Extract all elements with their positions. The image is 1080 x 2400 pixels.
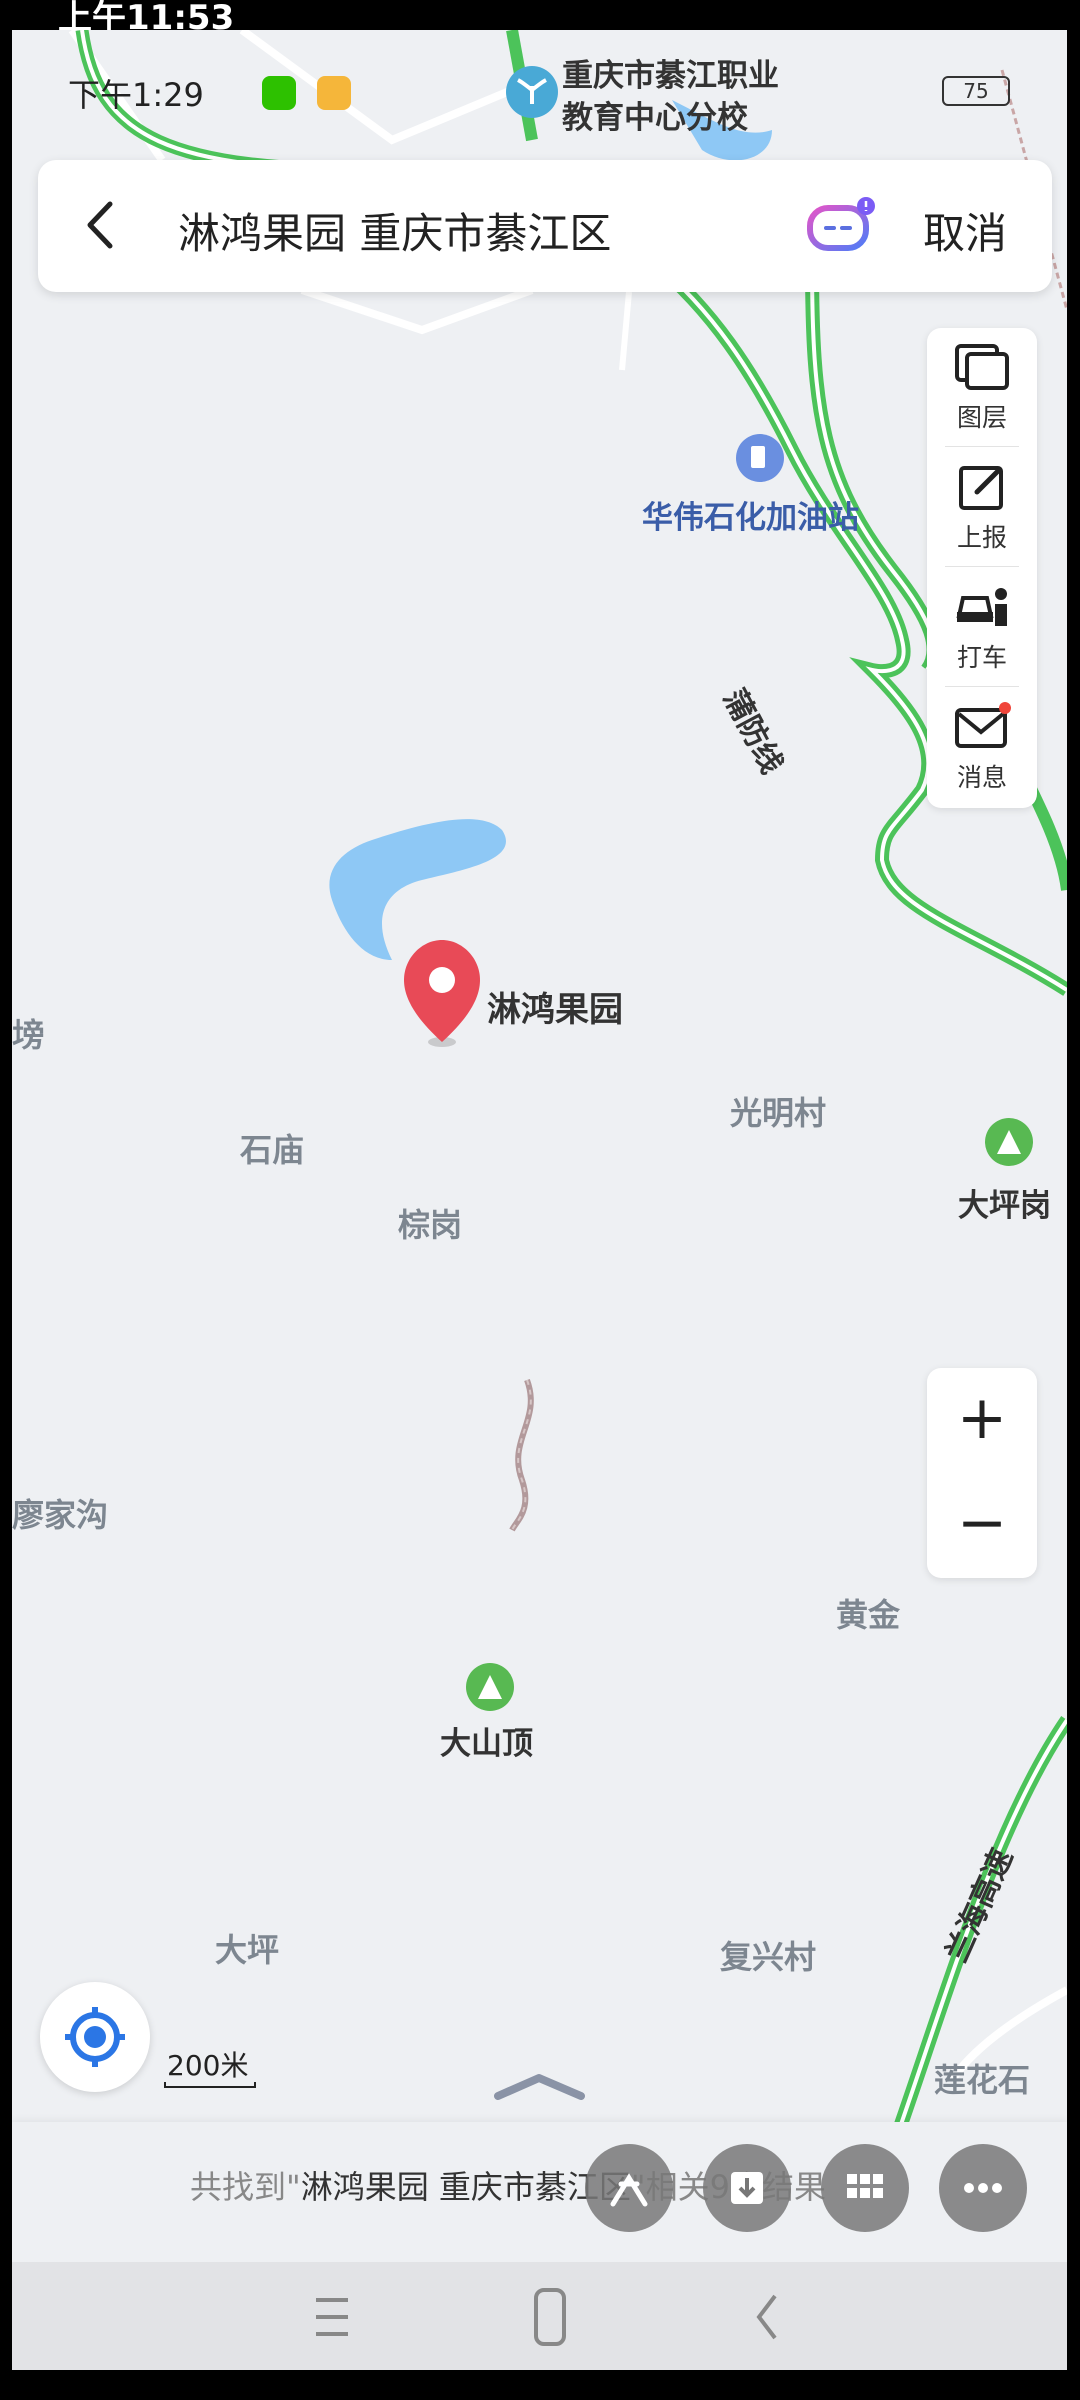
place-label: 棕岗 (398, 1206, 463, 1244)
scale-bar (164, 2082, 256, 2088)
map-toolbar: 图层 上报 打车 消息 (927, 328, 1037, 808)
selected-location-pin-icon (404, 940, 480, 1047)
search-bar[interactable]: 淋鸿果园 重庆市綦江区 取消 (38, 160, 1052, 292)
taxi-label: 打车 (956, 643, 1007, 672)
mountain-pin-icon-2 (466, 1663, 514, 1711)
gas-station-label[interactable]: 华伟石化加油站 (642, 492, 859, 537)
results-query: 淋鸿果园 重庆市綦江区 (300, 2168, 631, 2206)
download-icon (731, 2172, 763, 2204)
menu-icon (316, 2298, 348, 2336)
report-label: 上报 (956, 523, 1007, 552)
mountain-pin-icon (985, 1118, 1033, 1166)
wechat-icon (262, 76, 296, 110)
more-button[interactable] (939, 2144, 1027, 2232)
mail-icon (955, 702, 1011, 748)
pull-up-handle[interactable] (492, 2070, 587, 2104)
scale-label: 200米 (167, 2049, 249, 2082)
gas-station-pin-icon (736, 434, 784, 482)
place-label: 黄金 (836, 1596, 901, 1634)
ai-assistant-icon[interactable] (806, 196, 876, 256)
more-dots-icon (964, 2183, 1002, 2193)
back-nav-button[interactable] (737, 2282, 797, 2352)
crosshair-icon (65, 2007, 125, 2067)
back-arrow-icon (756, 2294, 777, 2340)
grid-icon (847, 2174, 883, 2198)
messages-button[interactable]: 消息 (927, 688, 1037, 806)
home-nav-button[interactable] (520, 2282, 580, 2352)
scissors-icon (610, 2173, 648, 2207)
grid-button[interactable] (821, 2144, 909, 2232)
place-label: 大坪 (215, 1931, 280, 1969)
place-label: 复兴村 (720, 1938, 817, 1976)
search-query-text[interactable]: 淋鸿果园 重庆市綦江区 (178, 200, 611, 261)
taxi-icon (956, 588, 1007, 626)
taxi-button[interactable]: 打车 (927, 568, 1037, 686)
outer-status-bar: 上午11:53 (0, 0, 1080, 38)
results-sheet[interactable]: 共找到"淋鸿果园 重庆市綦江区"相关9个结果 (12, 2122, 1067, 2262)
layers-icon (955, 344, 1009, 390)
locate-me-button[interactable] (40, 1982, 150, 2092)
school-label-line2[interactable]: 教育中心分校 (562, 98, 748, 138)
save-button[interactable] (703, 2144, 791, 2232)
notes-app-icon (317, 76, 351, 110)
system-nav-bar (12, 2262, 1067, 2370)
report-button[interactable]: 上报 (927, 448, 1037, 566)
battery-indicator: 75 (942, 76, 1010, 106)
place-label: 石庙 (240, 1131, 305, 1169)
mountain-label[interactable]: 大坪岗 (958, 1180, 1051, 1225)
cancel-button[interactable]: 取消 (923, 200, 1007, 261)
zoom-control: + − (927, 1368, 1037, 1578)
place-label: 廖家沟 (12, 1496, 109, 1534)
zoom-in-button[interactable]: + (927, 1368, 1037, 1473)
inner-time: 下午1:29 (68, 76, 204, 114)
place-label: 莲花石 (934, 2061, 1031, 2099)
map-canvas[interactable] (12, 30, 1067, 2370)
inner-status-bar: 下午1:29 75 (12, 30, 1067, 160)
home-icon (534, 2288, 566, 2346)
mountain-label[interactable]: 大山顶 (440, 1718, 533, 1763)
school-label[interactable]: 重庆市綦江职业 (562, 56, 779, 96)
edit-icon (959, 466, 1003, 510)
map-screen[interactable]: 下午1:29 75 淋鸿果园 重庆市綦江区 取消 图层 上报 打车 消息 + −… (12, 30, 1067, 2370)
results-prefix: 共找到" (190, 2168, 301, 2206)
screenshot-tool-button[interactable] (585, 2144, 673, 2232)
chevron-left-icon (87, 201, 113, 249)
place-label: 塝 (12, 1016, 45, 1054)
place-label: 光明村 (730, 1094, 827, 1132)
chevron-up-icon (494, 2074, 585, 2100)
messages-label: 消息 (956, 763, 1007, 792)
layers-label: 图层 (956, 403, 1007, 432)
layers-button[interactable]: 图层 (927, 328, 1037, 446)
menu-nav-button[interactable] (302, 2282, 362, 2352)
selected-poi-label[interactable]: 淋鸿果园 (487, 982, 623, 1031)
zoom-out-button[interactable]: − (927, 1473, 1037, 1578)
back-button[interactable] (68, 190, 138, 260)
